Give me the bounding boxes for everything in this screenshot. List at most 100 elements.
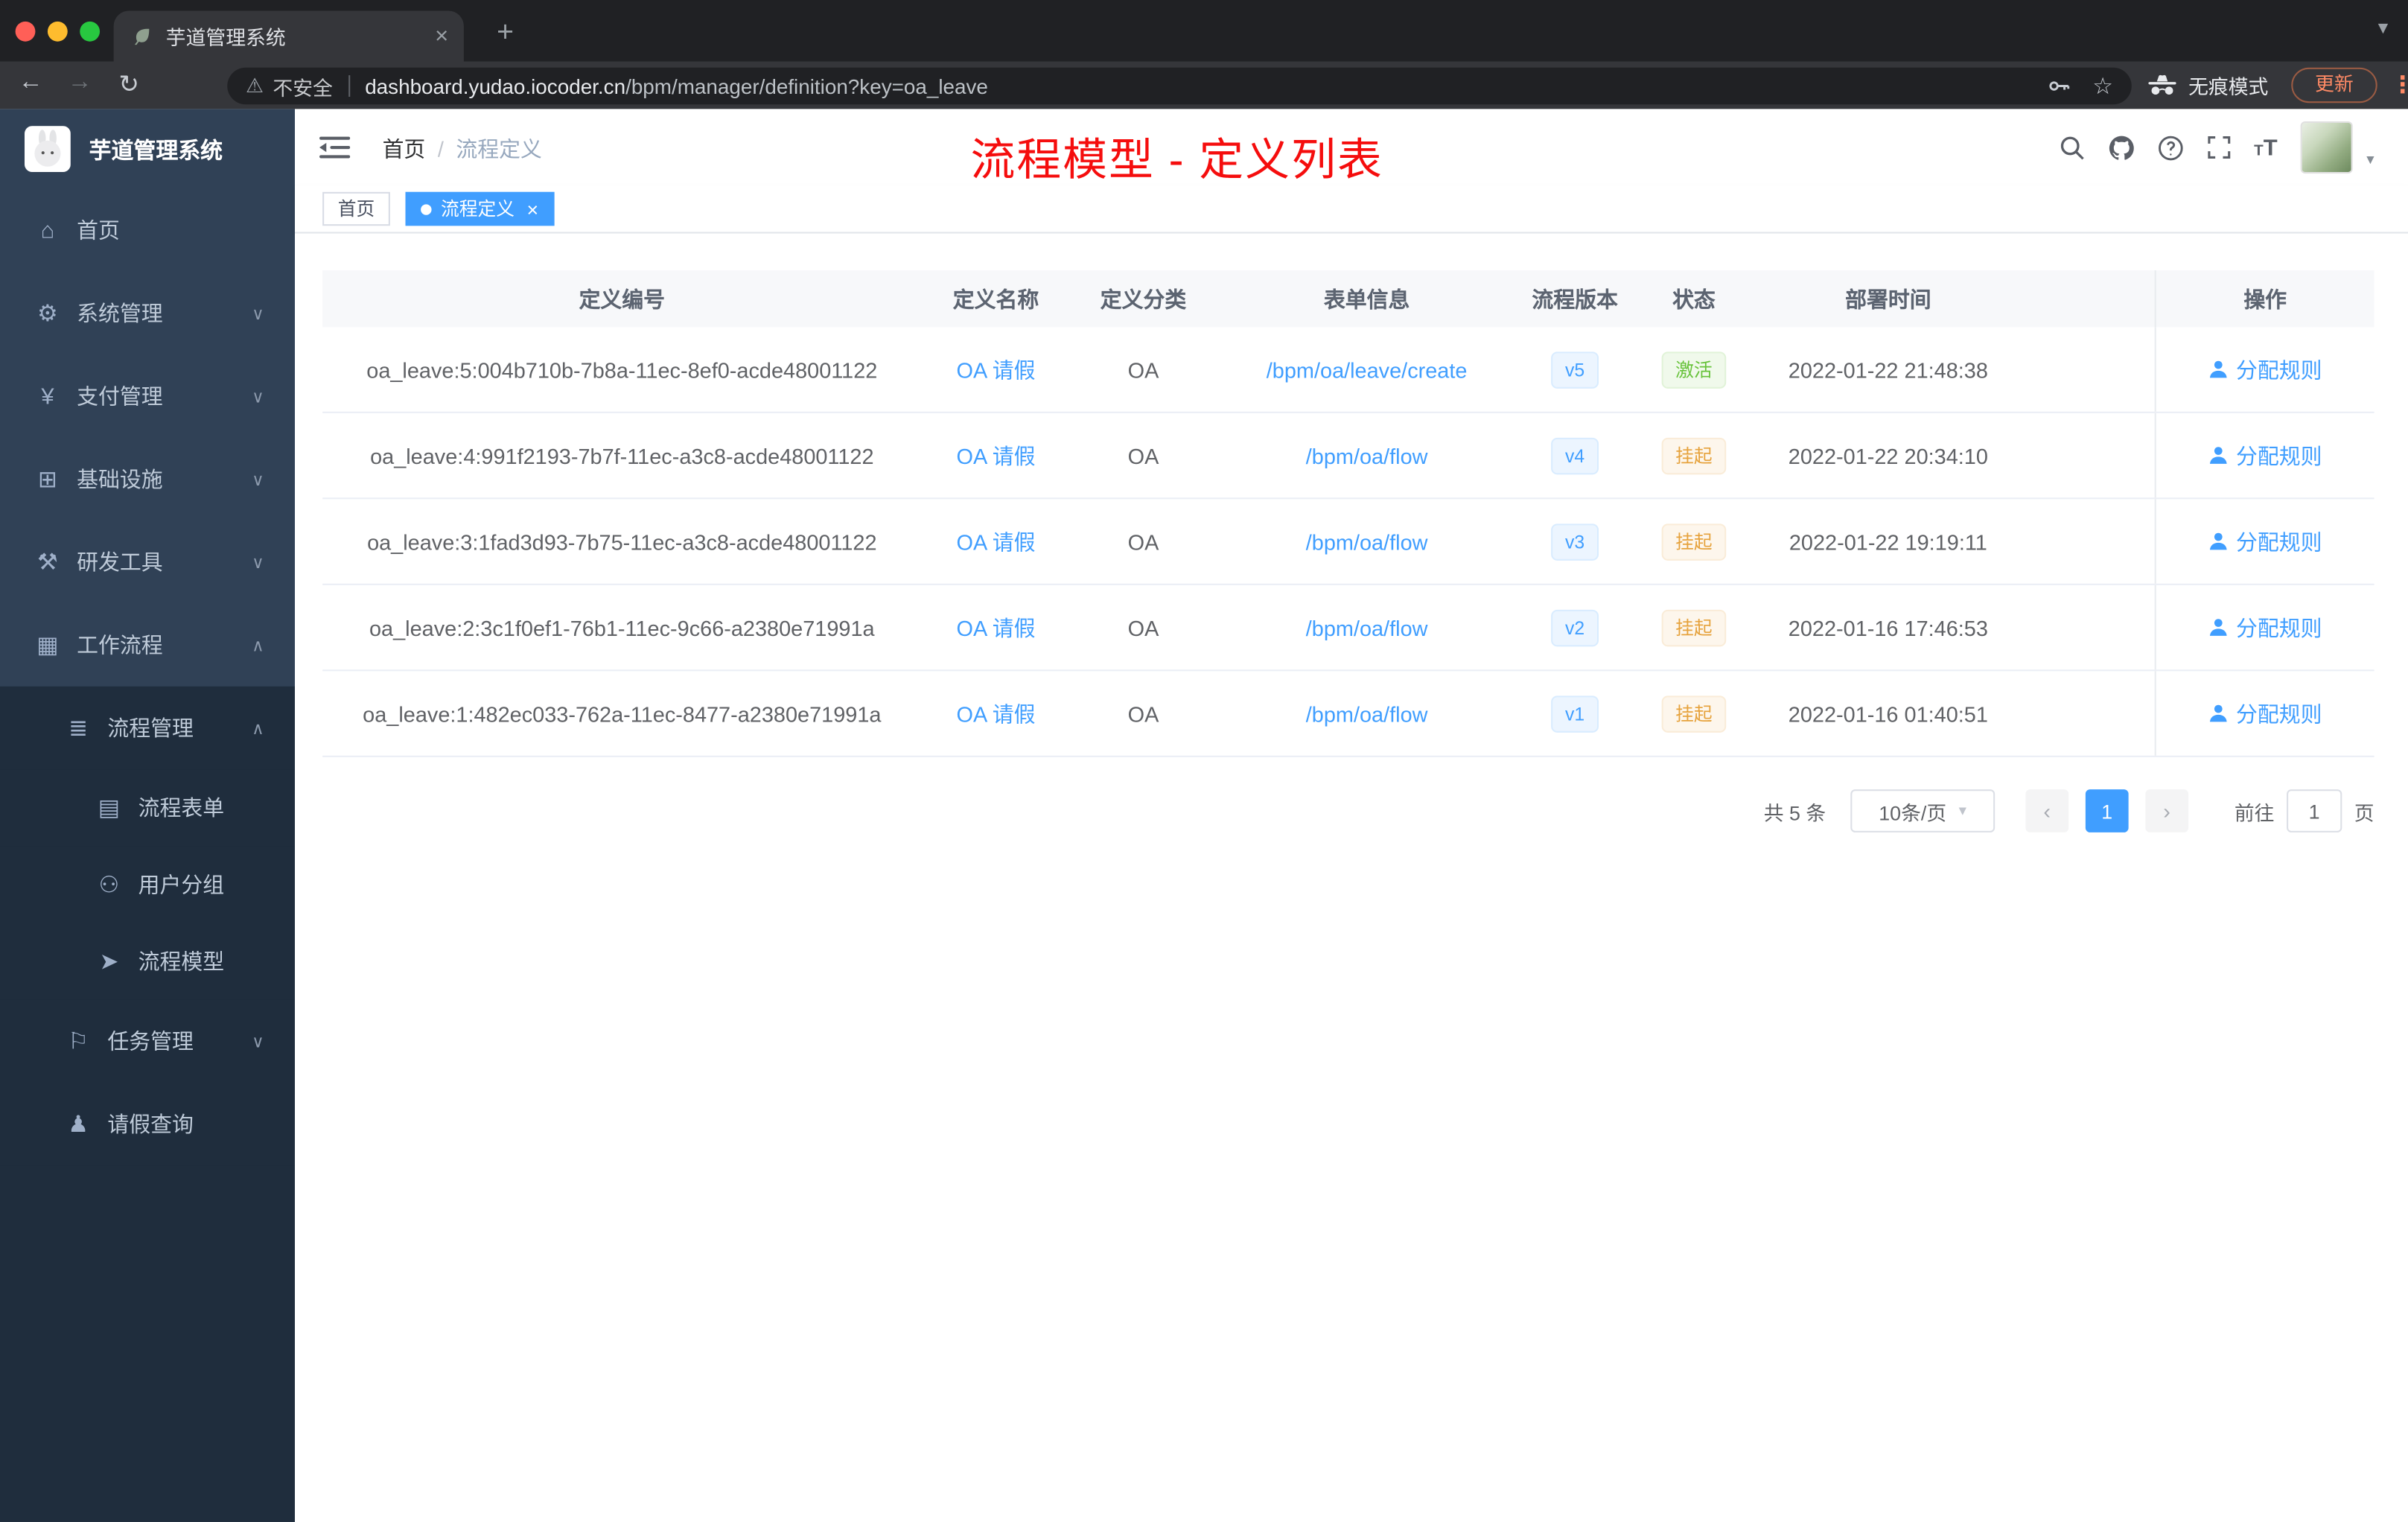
tab-close-icon[interactable]: ×	[435, 23, 448, 49]
sidebar-item-payment-management[interactable]: ¥ 支付管理 ∨	[0, 354, 295, 437]
table-header-row: 定义编号 定义名称 定义分类 表单信息 流程版本 状态 部署时间 操作	[322, 270, 2374, 328]
definition-name-link[interactable]: OA 请假	[957, 354, 1036, 384]
sidebar-item-process-form[interactable]: ▤ 流程表单	[0, 769, 295, 847]
app-title: 芋道管理系统	[89, 138, 223, 164]
next-page-button[interactable]: ›	[2145, 789, 2188, 832]
tab-favicon	[129, 25, 152, 48]
assign-rule-link[interactable]: 分配规则	[2208, 440, 2322, 471]
column-header-spacer	[2021, 270, 2154, 327]
page-size-select[interactable]: 10条/页 ▾	[1850, 789, 1995, 832]
form-link[interactable]: /bpm/oa/flow	[1306, 615, 1428, 640]
browser-update-button[interactable]: 更新	[2291, 67, 2377, 104]
assign-rule-label: 分配规则	[2236, 529, 2322, 554]
chevron-down-icon: ∨	[252, 471, 264, 489]
address-bar[interactable]: ⚠ 不安全 dashboard.yudao.iocoder.cn/bpm/man…	[227, 67, 2132, 105]
fullscreen-icon[interactable]	[2206, 136, 2231, 160]
breadcrumb: 首页 / 流程定义	[383, 133, 542, 164]
tab-search-chevron-icon[interactable]: ▾	[2378, 16, 2388, 40]
chevron-down-icon: ∨	[252, 1033, 264, 1051]
reload-icon[interactable]: ↻	[111, 69, 148, 100]
deploy-time: 2022-01-22 20:34:10	[1788, 443, 1988, 468]
definition-name-link[interactable]: OA 请假	[957, 698, 1036, 728]
definition-name-link[interactable]: OA 请假	[957, 526, 1036, 556]
window-zoom-button[interactable]	[80, 21, 101, 42]
person-icon: ♟	[68, 1112, 89, 1139]
forward-icon[interactable]: →	[62, 69, 99, 97]
version-badge: v3	[1551, 523, 1599, 560]
table-body: oa_leave:5:004b710b-7b8a-11ec-8ef0-acde4…	[322, 327, 2374, 757]
tag-home[interactable]: 首页	[322, 191, 390, 226]
sidebar-item-label: 研发工具	[77, 550, 163, 575]
sidebar-item-home[interactable]: ⌂ 首页	[0, 189, 295, 272]
avatar-caret-down-icon[interactable]: ▾	[2366, 151, 2374, 168]
status-badge: 挂起	[1661, 695, 1727, 732]
sidebar-item-process-management[interactable]: ≣ 流程管理 ∧	[0, 686, 295, 770]
form-link[interactable]: /bpm/oa/flow	[1306, 529, 1428, 554]
sidebar-item-workflow[interactable]: ▦ 工作流程 ∧	[0, 604, 295, 687]
form-link[interactable]: /bpm/oa/leave/create	[1267, 357, 1468, 382]
sidebar-item-infrastructure[interactable]: ⊞ 基础设施 ∨	[0, 438, 295, 520]
definition-name-link[interactable]: OA 请假	[957, 612, 1036, 643]
sidebar-item-dev-tools[interactable]: ⚒ 研发工具 ∨	[0, 520, 295, 603]
row-spacer	[2021, 585, 2154, 669]
top-navbar: 首页 / 流程定义 流程模型 - 定义列表 TT ▾	[295, 109, 2408, 186]
sidebar-item-task-management[interactable]: ⚐ 任务管理 ∨	[0, 999, 295, 1083]
row-spacer	[2021, 671, 2154, 755]
browser-toolbar: ← → ↻ ⚠ 不安全 dashboard.yudao.iocoder.cn/b…	[0, 61, 2408, 109]
definition-category: OA	[1127, 615, 1159, 640]
url-path: /bpm/manager/definition?key=oa_leave	[625, 74, 988, 98]
password-key-icon[interactable]	[2046, 74, 2071, 98]
page-number-button[interactable]: 1	[2085, 789, 2129, 832]
assign-rule-label: 分配规则	[2236, 615, 2322, 640]
definition-name-link[interactable]: OA 请假	[957, 440, 1036, 471]
definition-id: oa_leave:5:004b710b-7b8a-11ec-8ef0-acde4…	[366, 357, 878, 382]
total-count-label: 共 5 条	[1763, 800, 1826, 824]
help-icon[interactable]	[2157, 134, 2183, 160]
column-header: 部署时间	[1845, 286, 1931, 311]
user-avatar[interactable]	[2300, 121, 2353, 174]
goto-page-input[interactable]	[2287, 789, 2342, 832]
sidebar-item-label: 流程模型	[138, 949, 225, 974]
breadcrumb-home[interactable]: 首页	[383, 137, 426, 162]
users-icon: ⚇	[98, 872, 120, 899]
new-tab-button[interactable]: +	[485, 16, 526, 56]
chevron-up-icon: ∧	[252, 636, 264, 655]
column-header: 状态	[1672, 286, 1716, 311]
security-label[interactable]: 不安全	[273, 71, 332, 101]
sidebar-item-leave-query[interactable]: ♟ 请假查询	[0, 1083, 295, 1166]
status-badge: 挂起	[1661, 608, 1727, 646]
page-url[interactable]: dashboard.yudao.iocoder.cn/bpm/manager/d…	[365, 74, 988, 98]
search-icon[interactable]	[2059, 134, 2085, 160]
grid-icon: ⊞	[37, 467, 57, 494]
bookmark-star-icon[interactable]: ☆	[2092, 72, 2113, 100]
sidebar-item-label: 系统管理	[77, 301, 163, 326]
chevron-down-icon: ∨	[252, 305, 264, 324]
font-size-icon[interactable]: TT	[2254, 136, 2278, 159]
back-icon[interactable]: ←	[13, 69, 50, 97]
browser-menu-kebab-icon[interactable]: ⋮	[2391, 71, 2408, 98]
sidebar: 芋道管理系统 ⌂ 首页 ⚙ 系统管理 ∨ ¥ 支付管理 ∨ ⊞ 基础设施 ∨ ⚒…	[0, 109, 295, 1522]
assign-rule-label: 分配规则	[2236, 701, 2322, 726]
tag-close-icon[interactable]: ×	[527, 199, 539, 219]
form-link[interactable]: /bpm/oa/flow	[1306, 701, 1428, 726]
incognito-badge: 无痕模式	[2147, 66, 2268, 105]
assign-rule-link[interactable]: 分配规则	[2208, 698, 2322, 728]
window-minimize-button[interactable]	[47, 21, 68, 42]
form-link[interactable]: /bpm/oa/flow	[1306, 443, 1428, 468]
browser-tab[interactable]: 芋道管理系统 ×	[113, 10, 464, 62]
prev-page-button[interactable]: ‹	[2025, 789, 2069, 832]
definition-category: OA	[1127, 701, 1159, 726]
sidebar-item-user-group[interactable]: ⚇ 用户分组	[0, 846, 295, 923]
sidebar-item-system-management[interactable]: ⚙ 系统管理 ∨	[0, 272, 295, 354]
assign-rule-link[interactable]: 分配规则	[2208, 526, 2322, 556]
github-icon[interactable]	[2108, 134, 2134, 160]
assign-rule-link[interactable]: 分配规则	[2208, 354, 2322, 384]
window-close-button[interactable]	[15, 21, 36, 42]
assign-rule-link[interactable]: 分配规则	[2208, 612, 2322, 643]
sidebar-collapse-icon[interactable]	[319, 136, 351, 160]
sidebar-item-process-model[interactable]: ➤ 流程模型	[0, 923, 295, 1000]
tag-process-definition[interactable]: 流程定义 ×	[405, 191, 554, 226]
status-badge: 挂起	[1661, 436, 1727, 474]
sidebar-menu: ⌂ 首页 ⚙ 系统管理 ∨ ¥ 支付管理 ∨ ⊞ 基础设施 ∨ ⚒ 研发工具 ∨…	[0, 189, 295, 1166]
chevron-down-icon: ∨	[252, 553, 264, 573]
